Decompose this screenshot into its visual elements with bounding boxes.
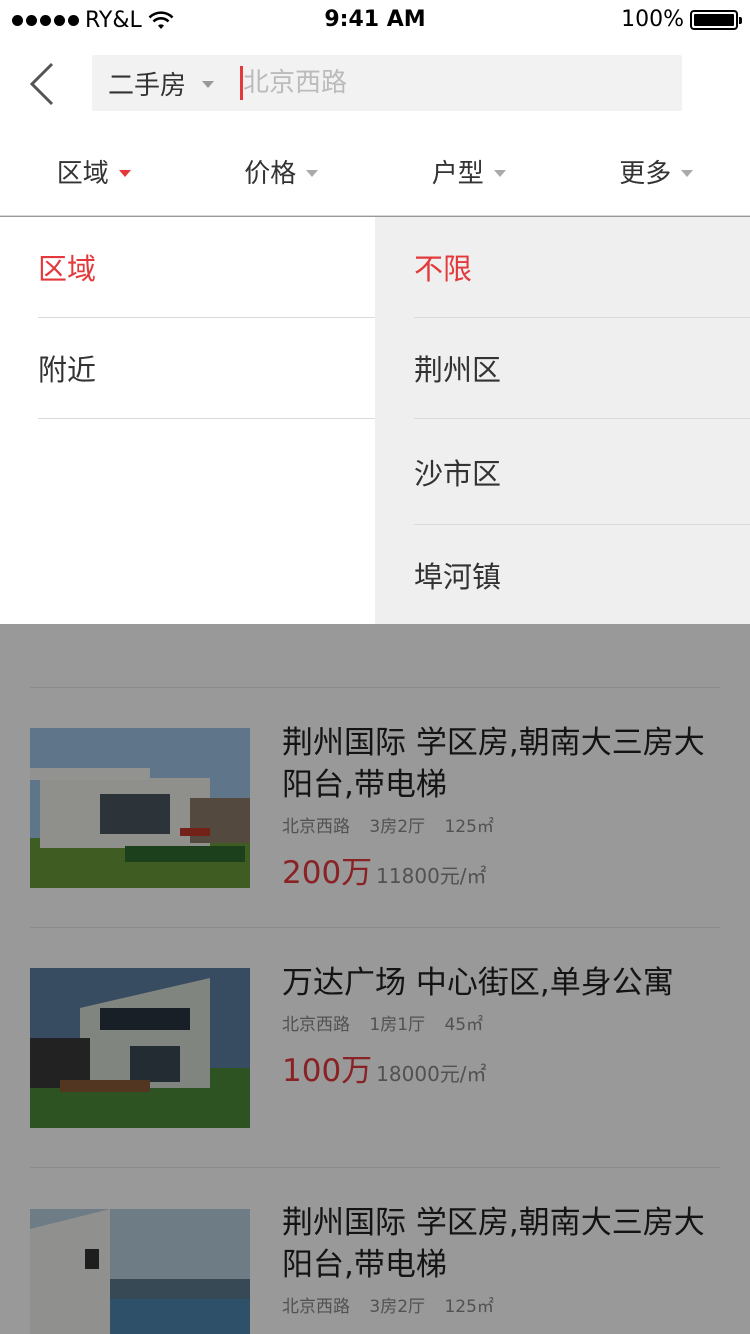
filter-tab-area[interactable]: 区域 [0,128,188,215]
search-box: 二手房 [92,55,682,111]
caret-down-icon [493,169,506,177]
caret-down-icon [118,169,131,177]
option-label: 附近 [38,353,97,387]
filter-tab-layout[interactable]: 户型 [375,128,563,215]
battery-info: 100% [621,7,742,32]
status-bar: RY&L 9:41 AM 100% [0,0,750,40]
back-icon[interactable] [24,58,64,110]
caret-down-icon [681,169,694,177]
filter-bar: 区域 价格 户型 更多 [0,128,750,216]
option-label: 荆州区 [414,353,502,387]
filter-tab-label: 户型 [431,159,484,189]
nav-bar: 二手房 [0,40,750,128]
option-label: 沙市区 [414,456,502,491]
chevron-down-icon [202,81,215,88]
dropdown-category-column: 区域 附近 [0,217,375,624]
battery-label: 100% [621,7,684,32]
dropdown-option-unlimited[interactable]: 不限 [414,217,750,318]
search-input[interactable] [243,68,664,98]
option-label: 埠河镇 [414,559,502,594]
dropdown-option-jingzhou[interactable]: 荆州区 [414,318,750,419]
filter-tab-label: 价格 [244,159,297,189]
dropdown-option-shashi[interactable]: 沙市区 [414,419,750,525]
search-type-label: 二手房 [108,70,187,101]
dropdown-option-fuhe[interactable]: 埠河镇 [414,525,750,624]
battery-icon [690,9,742,30]
dropdown-district-column: 不限 荆州区 沙市区 埠河镇 [375,217,750,624]
option-label: 不限 [414,252,473,286]
caret-down-icon [306,169,319,177]
filter-tab-label: 更多 [619,159,672,189]
option-label: 区域 [38,252,97,286]
dropdown-option-nearby[interactable]: 附近 [38,318,375,419]
filter-tab-more[interactable]: 更多 [563,128,750,215]
dropdown-option-area[interactable]: 区域 [38,217,375,318]
filter-tab-price[interactable]: 价格 [188,128,376,215]
search-type-selector[interactable]: 二手房 [108,65,215,102]
filter-tab-label: 区域 [56,159,109,189]
area-dropdown: 区域 附近 不限 荆州区 沙市区 埠河镇 [0,217,750,624]
